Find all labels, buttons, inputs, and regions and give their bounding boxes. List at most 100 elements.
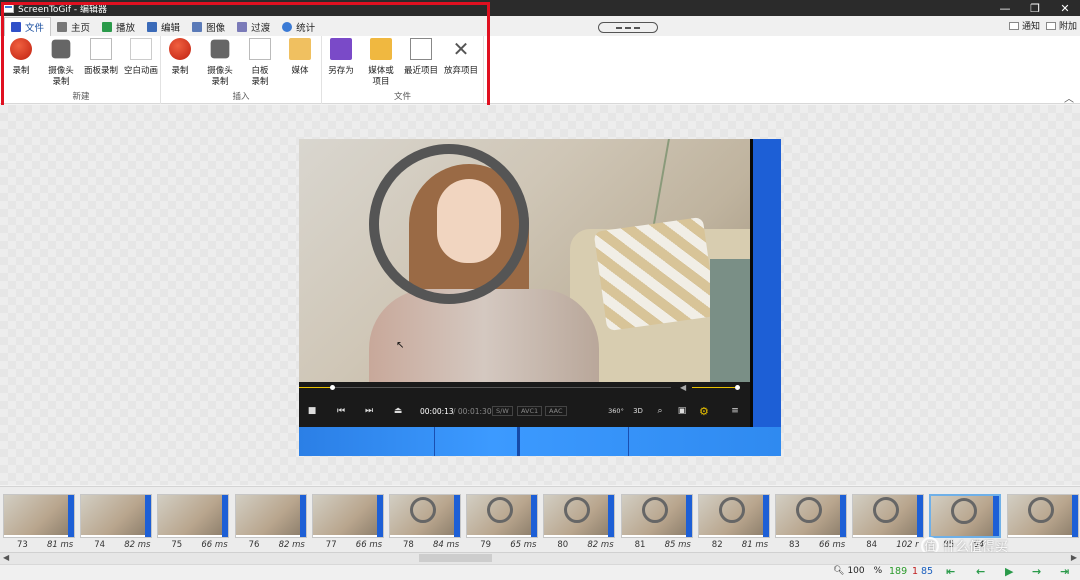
frame-thumbnail[interactable] — [389, 494, 461, 538]
frame-delay: 66 ms — [201, 540, 228, 550]
next-icon[interactable]: ⏭ — [363, 405, 375, 417]
notification-icon — [1008, 21, 1019, 30]
frame-number: 83 — [789, 540, 800, 550]
board-insert-icon — [249, 38, 271, 60]
tab-0[interactable]: 文件 — [4, 17, 52, 36]
volume-handle[interactable] — [735, 385, 740, 390]
scroll-left-icon[interactable]: ◀ — [3, 553, 9, 562]
time-current: 00:00:13 — [420, 407, 454, 416]
zoom-value[interactable]: 100 — [847, 566, 864, 576]
frame-thumbnail[interactable] — [157, 494, 230, 538]
previous-frame-icon[interactable]: ← — [976, 565, 985, 578]
floppy-icon — [330, 38, 352, 60]
ribbon-group-label: 插入 — [232, 92, 250, 102]
zoom-control[interactable]: 🔍︎ 100 % — [833, 566, 882, 576]
time-total: / 00:01:30 — [453, 407, 492, 416]
ribbon-button-1-2[interactable]: 白板 录制 — [241, 38, 279, 88]
horizontal-scrollbar[interactable] — [0, 552, 1080, 564]
seek-bar[interactable] — [299, 387, 671, 388]
folder-icon — [289, 38, 311, 60]
frame-delay: 85 ms — [664, 540, 691, 550]
tab-4[interactable]: 图像 — [186, 17, 231, 36]
recent-icon — [410, 38, 432, 60]
play-icon — [102, 21, 113, 32]
frame-delay: 66 ms — [819, 540, 846, 550]
frame-list[interactable]: 73 81 ms 74 82 ms 75 66 ms 76 82 ms 77 66 ms 78 84 … — [0, 486, 1080, 552]
scroll-right-icon[interactable]: ▶ — [1071, 553, 1077, 562]
ribbon-button-2-2[interactable]: 最近项目 — [402, 38, 440, 77]
taskbar-image — [299, 427, 781, 456]
frame-thumbnail[interactable] — [775, 494, 847, 538]
play-icon[interactable]: ▶ — [1005, 565, 1013, 578]
subtitle-icon[interactable]: ▣ — [676, 405, 688, 417]
frame-delay: 66 ms — [355, 540, 383, 550]
editor-canvas: ◀ ■ ⏮ ⏭ ⏏ 00:00:13 / 00:01:30 S/W AVC1 A… — [0, 105, 1080, 485]
tab-2[interactable]: 播放 — [96, 17, 141, 36]
ribbon-button-0-0[interactable]: 录制 — [2, 38, 40, 77]
attach-icon — [1045, 21, 1056, 30]
record-icon — [10, 38, 32, 60]
360-icon[interactable]: 360° — [608, 405, 624, 417]
app-icon — [3, 3, 14, 13]
ribbon-button-2-0[interactable]: 另存为 — [322, 38, 360, 77]
tab-1[interactable]: 主页 — [51, 17, 96, 36]
frame-delay: 65 ms — [510, 540, 537, 550]
volume-icon[interactable]: ◀ — [680, 383, 688, 392]
frame-thumbnail[interactable] — [80, 494, 153, 538]
settings-gear-icon[interactable]: ⚙ — [699, 405, 709, 418]
sw-badge: S/W — [492, 406, 513, 416]
ribbon-button-1-3[interactable]: 媒体 — [281, 38, 319, 77]
last-frame-icon[interactable]: ⇥ — [1060, 565, 1069, 578]
current-frame-number: 85 — [921, 566, 934, 577]
frame-thumbnail[interactable] — [1006, 494, 1079, 538]
ribbon-button-1-1[interactable]: 摄像头 录制 — [201, 38, 239, 88]
frame-number: 73 — [17, 540, 28, 550]
collapse-ribbon-icon[interactable]: ︿ — [1064, 90, 1074, 105]
volume-bar[interactable] — [692, 387, 735, 388]
attach-toggle[interactable]: 附加 — [1045, 19, 1077, 32]
frame-number: 82 — [711, 540, 723, 550]
first-frame-icon[interactable]: ⇤ — [946, 565, 955, 578]
next-frame-icon[interactable]: → — [1032, 565, 1041, 578]
menu-icon[interactable]: ≡ — [729, 405, 741, 417]
ribbon-button-0-2[interactable]: 面板录制 — [82, 38, 120, 77]
frame-number: 76 — [248, 540, 260, 550]
frame-thumbnail[interactable] — [852, 494, 925, 538]
webcam-icon — [51, 39, 71, 59]
stop-icon[interactable]: ■ — [306, 405, 318, 417]
ribbon-group-label: 文件 — [393, 92, 411, 102]
close-button[interactable]: ✕ — [1050, 0, 1080, 16]
frame-thumbnail[interactable] — [234, 494, 307, 538]
ribbon-button-0-1[interactable]: 摄像头 录制 — [42, 38, 80, 88]
frame-thumbnail[interactable] — [697, 494, 770, 538]
frame-preview[interactable]: ◀ ■ ⏮ ⏭ ⏏ 00:00:13 / 00:01:30 S/W AVC1 A… — [299, 139, 781, 456]
notifications-toggle[interactable]: 通知 — [1008, 19, 1040, 32]
minimize-button[interactable]: — — [990, 0, 1020, 16]
ribbon-panel: 录制 摄像头 录制 面板录制 空白动画 新建 录制 摄像头 录制 白板 录制 媒体 插入 另存为 媒体… — [0, 36, 1080, 104]
frame-thumbnail[interactable] — [466, 494, 539, 538]
window-title: ScreenToGif - 编辑器 — [18, 4, 108, 15]
frame-thumbnail[interactable] — [929, 494, 1002, 538]
eject-icon[interactable]: ⏏ — [392, 405, 404, 417]
frame-thumbnail[interactable] — [620, 494, 693, 538]
previous-icon[interactable]: ⏮ — [335, 405, 347, 417]
mouse-cursor-icon: ↖ — [396, 340, 405, 351]
scrollbar-thumb[interactable] — [419, 554, 492, 562]
command-bar-toggle[interactable] — [598, 22, 658, 33]
audio-badge: AAC — [545, 406, 567, 416]
3d-icon[interactable]: 3D — [632, 405, 644, 417]
restore-button[interactable]: ❐ — [1020, 0, 1050, 16]
frame-thumbnail[interactable] — [3, 494, 75, 538]
tab-5[interactable]: 过渡 — [231, 17, 276, 36]
ribbon-button-2-3[interactable]: ✕ 放弃项目 — [442, 38, 480, 77]
frame-thumbnail[interactable] — [311, 494, 384, 538]
ribbon-button-0-3[interactable]: 空白动画 — [122, 38, 160, 77]
zoom-icon[interactable]: ⌕ — [654, 405, 666, 417]
home-icon — [57, 21, 68, 32]
tab-3[interactable]: 编辑 — [141, 17, 186, 36]
tab-6[interactable]: 统计 — [276, 17, 321, 36]
image-icon — [192, 21, 203, 32]
ribbon-button-2-1[interactable]: 媒体或 项目 — [362, 38, 400, 88]
ribbon-button-1-0[interactable]: 录制 — [161, 38, 199, 77]
frame-thumbnail[interactable] — [543, 494, 616, 538]
